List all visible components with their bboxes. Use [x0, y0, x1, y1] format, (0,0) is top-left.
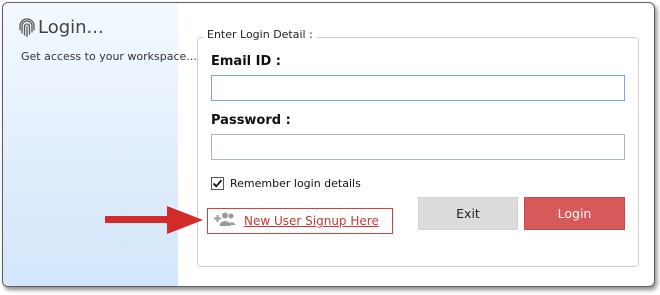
groupbox-legend: Enter Login Detail : — [203, 28, 317, 41]
remember-row[interactable]: Remember login details — [211, 177, 361, 190]
side-panel: Login... Get access to your workspace... — [3, 3, 197, 286]
app-subtitle: Get access to your workspace... — [21, 50, 197, 63]
remember-label: Remember login details — [230, 177, 361, 190]
title-row: Login... — [19, 17, 104, 38]
login-button[interactable]: Login — [524, 197, 625, 230]
password-label: Password : — [211, 113, 291, 128]
exit-button[interactable]: Exit — [418, 197, 518, 230]
checkmark-icon — [212, 179, 223, 188]
fingerprint-icon — [19, 17, 35, 38]
login-window: Login... Get access to your workspace...… — [2, 2, 655, 287]
password-field[interactable] — [211, 134, 625, 160]
new-user-signup-link[interactable]: New User Signup Here — [207, 208, 393, 234]
red-arrow-icon — [105, 204, 205, 240]
app-title: Login... — [38, 17, 104, 38]
add-user-icon — [212, 211, 236, 231]
email-label: Email ID : — [211, 54, 281, 69]
remember-checkbox[interactable] — [211, 177, 224, 190]
email-field[interactable] — [211, 75, 625, 101]
signup-link-text[interactable]: New User Signup Here — [244, 214, 379, 228]
